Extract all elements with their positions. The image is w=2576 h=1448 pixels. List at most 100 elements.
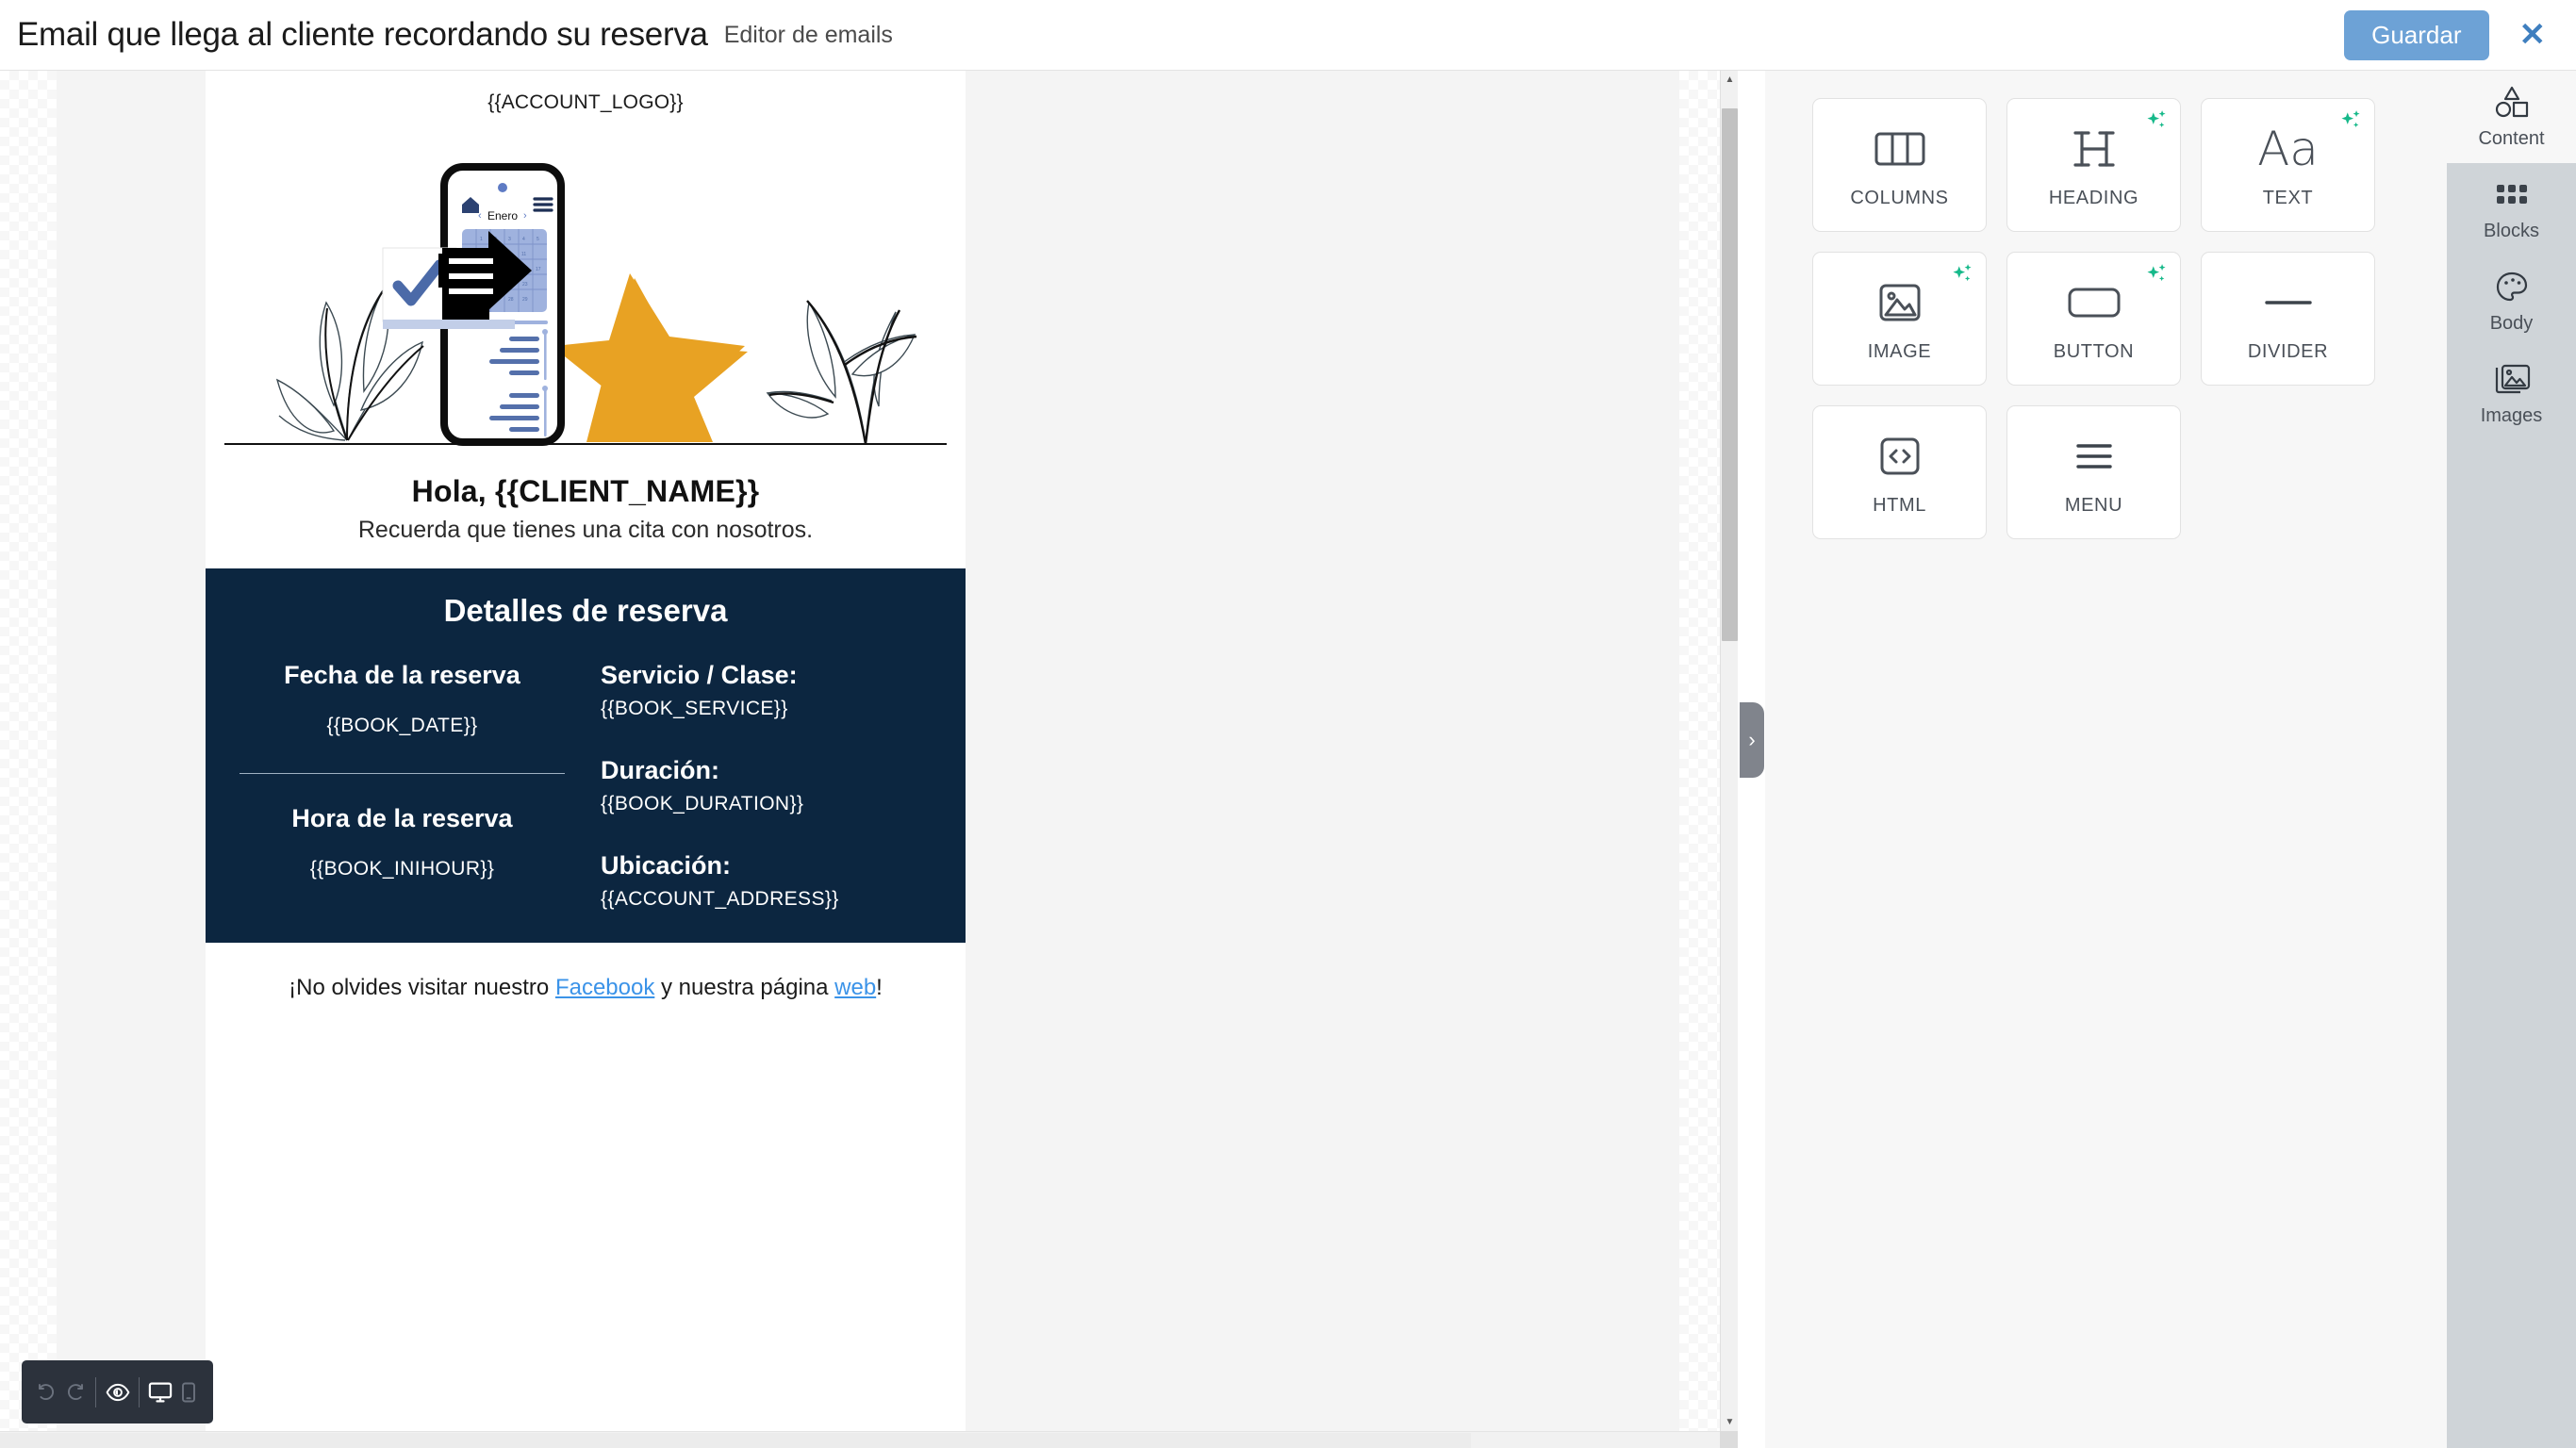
toolbar-divider-2 bbox=[139, 1376, 140, 1407]
svg-text:23: 23 bbox=[522, 282, 528, 288]
undo-button[interactable] bbox=[33, 1374, 60, 1411]
facebook-link[interactable]: Facebook bbox=[555, 975, 654, 1000]
booking-details-right-column: Servicio / Clase: {{BOOK_SERVICE}} Durac… bbox=[586, 661, 932, 911]
rail-label: Body bbox=[2489, 313, 2534, 334]
booking-duration-label: Duración: bbox=[601, 756, 720, 784]
rail-item-images[interactable]: Images bbox=[2447, 348, 2576, 440]
menu-icon bbox=[2071, 429, 2118, 484]
editor-nav-rail: Content Blocks Body Images bbox=[2447, 71, 2576, 1448]
tile-label: COLUMNS bbox=[1850, 187, 1949, 208]
svg-text:Enero: Enero bbox=[487, 209, 518, 222]
booking-location-value: {{ACCOUNT_ADDRESS}} bbox=[601, 888, 839, 910]
tile-label: DIVIDER bbox=[2247, 340, 2329, 362]
editor-bottom-toolbar bbox=[22, 1360, 213, 1423]
heading-icon bbox=[2072, 122, 2116, 176]
booking-time-value: {{BOOK_INIHOUR}} bbox=[309, 858, 495, 880]
tile-menu[interactable]: MENU bbox=[2006, 405, 2181, 539]
image-icon bbox=[1877, 275, 1923, 330]
blocks-icon bbox=[2495, 176, 2529, 214]
divider-icon bbox=[2263, 275, 2314, 330]
app-subtitle: Editor de emails bbox=[723, 21, 893, 48]
canvas-vertical-scrollbar[interactable]: ▲ ▼ bbox=[1720, 71, 1738, 1431]
tile-label: BUTTON bbox=[2053, 340, 2135, 362]
desktop-view-button[interactable] bbox=[147, 1374, 174, 1411]
horizontal-scrollbar-thumb[interactable] bbox=[0, 1433, 1471, 1448]
panel-collapse-handle[interactable]: › bbox=[1740, 702, 1764, 778]
scrollbar-corner bbox=[1720, 1431, 1738, 1448]
tile-html[interactable]: HTML bbox=[1812, 405, 1987, 539]
ai-sparkle-icon bbox=[1953, 264, 1972, 282]
content-blocks-panel: COLUMNS HEADING Aa TEXT IMAGE BUTTON DIV… bbox=[1765, 71, 2447, 1448]
tile-divider[interactable]: DIVIDER bbox=[2201, 252, 2375, 386]
scroll-down-arrow-icon[interactable]: ▼ bbox=[1721, 1413, 1739, 1431]
booking-time-label: Hora de la reserva bbox=[291, 804, 513, 832]
rail-item-content[interactable]: Content bbox=[2447, 71, 2576, 163]
email-canvas[interactable]: {{ACCOUNT_LOGO}} ‹ Enero › 1 3 4 5 11 17… bbox=[0, 71, 1738, 1448]
images-icon bbox=[2492, 361, 2532, 399]
svg-text:29: 29 bbox=[522, 297, 528, 303]
content-tile-grid: COLUMNS HEADING Aa TEXT IMAGE BUTTON DIV… bbox=[1765, 71, 2425, 539]
booking-location-label: Ubicación: bbox=[601, 851, 732, 880]
svg-text:28: 28 bbox=[508, 297, 514, 303]
booking-date-label: Fecha de la reserva bbox=[284, 661, 520, 689]
rail-item-blocks[interactable]: Blocks bbox=[2447, 163, 2576, 255]
booking-duration-value: {{BOOK_DURATION}} bbox=[601, 793, 804, 814]
svg-text:5: 5 bbox=[537, 237, 539, 242]
tile-heading[interactable]: HEADING bbox=[2006, 98, 2181, 232]
account-logo-placeholder[interactable]: {{ACCOUNT_LOGO}} bbox=[206, 71, 966, 114]
svg-text:4: 4 bbox=[522, 237, 525, 242]
tile-columns[interactable]: COLUMNS bbox=[1812, 98, 1987, 232]
svg-text:1: 1 bbox=[480, 237, 483, 242]
button-icon bbox=[2067, 275, 2122, 330]
top-bar-actions: Guardar ✕ bbox=[2344, 9, 2552, 60]
tile-text[interactable]: Aa TEXT bbox=[2201, 98, 2375, 232]
columns-icon bbox=[1874, 122, 1926, 176]
tile-label: HEADING bbox=[2048, 187, 2139, 208]
details-divider bbox=[239, 773, 565, 774]
svg-text:‹: ‹ bbox=[478, 210, 482, 222]
palette-icon bbox=[2494, 269, 2530, 306]
rail-label: Content bbox=[2478, 128, 2545, 149]
scroll-up-arrow-icon[interactable]: ▲ bbox=[1721, 71, 1739, 89]
svg-text:11: 11 bbox=[521, 252, 526, 257]
tile-label: IMAGE bbox=[1867, 340, 1932, 362]
preview-button[interactable] bbox=[104, 1374, 131, 1411]
email-footer[interactable]: ¡No olvides visitar nuestro Facebook y n… bbox=[206, 943, 966, 1039]
save-button[interactable]: Guardar bbox=[2344, 9, 2489, 60]
top-bar: Email que llega al cliente recordando su… bbox=[0, 0, 2576, 71]
svg-text:17: 17 bbox=[536, 267, 541, 272]
tile-label: TEXT bbox=[2262, 187, 2314, 208]
transparency-pattern-right bbox=[1679, 71, 1720, 1448]
greeting-block[interactable]: Hola, {{CLIENT_NAME}} Recuerda que tiene… bbox=[206, 448, 966, 568]
web-link[interactable]: web bbox=[834, 975, 876, 1000]
page-title: Email que llega al cliente recordando su… bbox=[17, 16, 708, 53]
mobile-view-button[interactable] bbox=[174, 1374, 202, 1411]
text-icon: Aa bbox=[2257, 121, 2319, 176]
vertical-scrollbar-thumb[interactable] bbox=[1722, 108, 1738, 641]
hero-illustration[interactable]: ‹ Enero › 123 45 bbox=[206, 127, 966, 448]
svg-text:3: 3 bbox=[508, 237, 511, 242]
svg-text:›: › bbox=[523, 210, 527, 222]
booking-details-title: Detalles de reserva bbox=[443, 593, 728, 628]
ai-sparkle-icon bbox=[2147, 110, 2166, 128]
footer-suffix: ! bbox=[876, 975, 883, 1000]
booking-service-value: {{BOOK_SERVICE}} bbox=[601, 698, 788, 719]
toolbar-divider bbox=[95, 1376, 96, 1407]
footer-middle: y nuestra página bbox=[654, 975, 835, 1000]
ai-sparkle-icon bbox=[2341, 110, 2360, 128]
booking-date-value: {{BOOK_DATE}} bbox=[326, 715, 478, 736]
transparency-pattern-left bbox=[0, 71, 57, 1448]
shapes-icon bbox=[2492, 84, 2532, 122]
booking-details-left-column: Fecha de la reserva {{BOOK_DATE}} Hora d… bbox=[239, 661, 586, 911]
rail-item-body[interactable]: Body bbox=[2447, 255, 2576, 348]
close-icon[interactable]: ✕ bbox=[2514, 19, 2552, 51]
canvas-horizontal-scrollbar[interactable] bbox=[0, 1431, 1738, 1448]
booking-service-label: Servicio / Clase: bbox=[601, 661, 798, 689]
html-icon bbox=[1877, 429, 1923, 484]
tile-button[interactable]: BUTTON bbox=[2006, 252, 2181, 386]
booking-details-panel[interactable]: Detalles de reserva Fecha de la reserva … bbox=[206, 568, 966, 943]
tile-image[interactable]: IMAGE bbox=[1812, 252, 1987, 386]
email-document[interactable]: {{ACCOUNT_LOGO}} ‹ Enero › 1 3 4 5 11 17… bbox=[206, 71, 966, 1448]
footer-prefix: ¡No olvides visitar nuestro bbox=[289, 975, 555, 1000]
redo-button[interactable] bbox=[60, 1374, 88, 1411]
